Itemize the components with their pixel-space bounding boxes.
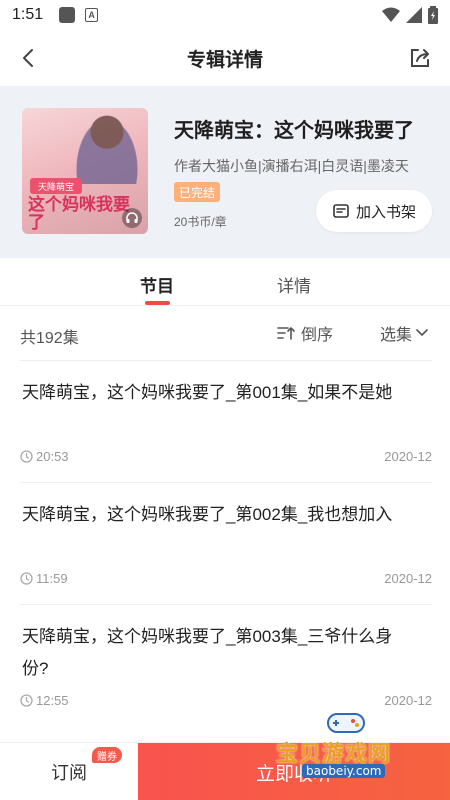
tab-details[interactable]: 详情 — [277, 272, 311, 297]
chevron-left-icon — [23, 49, 33, 67]
episode-duration: 12:55 — [20, 693, 69, 708]
episode-item[interactable]: 天降萌宝，这个妈咪我要了_第001集_如果不是她 20:53 2020-12 — [20, 360, 432, 482]
add-to-shelf-button[interactable]: 加入书架 — [316, 190, 432, 232]
episode-date: 2020-12 — [384, 693, 432, 708]
episode-duration-text: 20:53 — [36, 449, 69, 464]
episode-date: 2020-12 — [384, 449, 432, 464]
album-title: 天降萌宝：这个妈咪我要了 — [174, 120, 414, 142]
page-title: 专辑详情 — [186, 49, 263, 71]
a-notification-icon: A — [85, 8, 99, 22]
subscribe-label: 订阅 — [51, 763, 87, 783]
episode-duration: 11:59 — [20, 571, 68, 586]
clock-icon — [20, 572, 33, 585]
episode-list-toolbar: 共192集 倒序 选集 — [0, 306, 450, 360]
album-price: 20书币/章 — [174, 215, 227, 229]
clock-icon — [20, 450, 33, 463]
add-to-shelf-label: 加入书架 — [355, 203, 416, 221]
tab-episodes[interactable]: 节目 — [140, 272, 174, 297]
share-button[interactable] — [406, 44, 434, 72]
cover-illustration — [72, 112, 142, 184]
voucher-badge: 赠券 — [92, 747, 122, 763]
bookshelf-icon — [333, 204, 349, 218]
episode-title: 天降萌宝，这个妈咪我要了_第002集_我也想加入 — [22, 505, 393, 524]
back-button[interactable] — [14, 44, 42, 72]
select-episodes-button[interactable]: 选集 — [380, 321, 428, 345]
app-notification-icon — [59, 7, 76, 23]
album-credits: 作者大猫小鱼|演播右洱|白灵语|墨凌天 — [174, 158, 409, 174]
sort-icon — [277, 327, 295, 340]
episode-title: 天降萌宝，这个妈咪我要了_第001集_如果不是她 — [22, 383, 393, 402]
bottom-action-bar: 订阅 赠券 立即收听 — [0, 742, 450, 800]
episode-title: 天降萌宝，这个妈咪我要了_第003集_三爷什么身份? — [22, 627, 393, 678]
episode-duration-text: 11:59 — [36, 571, 68, 586]
signal-icon — [406, 7, 422, 23]
chevron-down-icon — [416, 329, 428, 336]
sort-order-button[interactable]: 倒序 — [277, 321, 333, 345]
album-card: 天降萌宝 这个妈咪我要了 天降萌宝：这个妈咪我要了 作者大猫小鱼|演播右洱|白灵… — [0, 86, 450, 258]
episode-duration-text: 12:55 — [36, 693, 69, 708]
tab-bar: 节目 详情 — [0, 262, 450, 306]
episode-date: 2020-12 — [384, 571, 432, 586]
header: 专辑详情 — [0, 30, 450, 86]
episode-count: 共192集 — [20, 330, 79, 347]
episode-item[interactable]: 天降萌宝，这个妈咪我要了_第002集_我也想加入 11:59 2020-12 — [20, 482, 432, 604]
status-badge: 已完结 — [174, 182, 221, 202]
headphone-icon — [122, 208, 142, 228]
status-time: 1:51 — [12, 6, 44, 23]
album-cover[interactable]: 天降萌宝 这个妈咪我要了 — [22, 108, 148, 234]
sort-order-label: 倒序 — [301, 327, 334, 344]
listen-now-label: 立即收听 — [255, 763, 332, 785]
active-tab-indicator — [145, 301, 170, 305]
share-icon — [411, 49, 429, 67]
clock-icon — [20, 694, 33, 707]
wifi-icon — [382, 7, 400, 22]
status-bar: 1:51 A — [0, 0, 450, 30]
episode-item[interactable]: 天降萌宝，这个妈咪我要了_第003集_三爷什么身份? 12:55 2020-12 — [20, 604, 432, 726]
battery-icon — [428, 6, 438, 24]
episode-duration: 20:53 — [20, 449, 69, 464]
listen-now-button[interactable]: 立即收听 — [138, 743, 450, 800]
select-episodes-label: 选集 — [380, 327, 413, 344]
cover-series-label: 天降萌宝 — [30, 178, 82, 194]
